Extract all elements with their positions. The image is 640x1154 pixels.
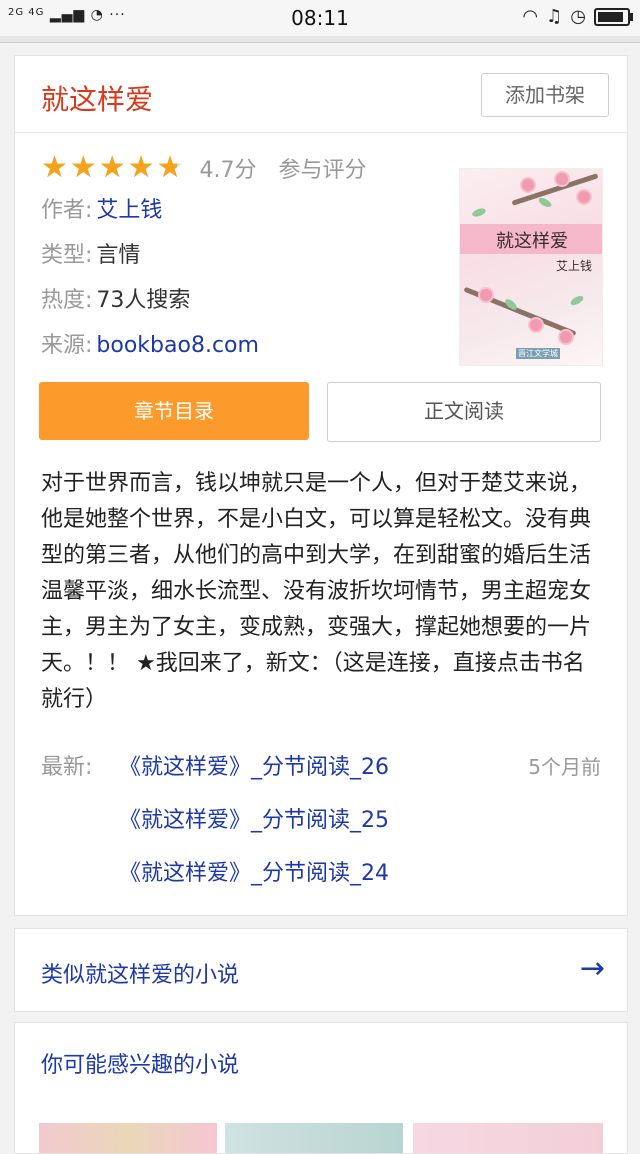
type-row: 类型: 言情 bbox=[41, 237, 140, 269]
cover-flower bbox=[480, 289, 492, 301]
status-bar: 2G 4G ▂▄▆ ◔ ··· 08:11 ◠ ♫ ◷ bbox=[0, 0, 640, 36]
source-row: 来源: bookbao8.com bbox=[41, 327, 259, 359]
rating-row: ★★★★★ ★★★★★ 4.7分 参与评分 bbox=[41, 152, 367, 184]
chapter-list-button[interactable]: 章节目录 bbox=[39, 382, 309, 440]
heat-value: 73人搜索 bbox=[96, 288, 191, 313]
latest-label: 最新: bbox=[41, 755, 93, 780]
similar-novels-card[interactable]: 类似就这样爱的小说 → bbox=[14, 928, 628, 1012]
cover-publisher: 晋江文学城 bbox=[516, 348, 560, 359]
recommended-cover[interactable] bbox=[413, 1123, 603, 1153]
source-link[interactable]: bookbao8.com bbox=[96, 333, 259, 358]
cover-flower bbox=[522, 179, 534, 191]
alarm-icon: ◷ bbox=[570, 6, 586, 27]
recommended-cover[interactable] bbox=[225, 1123, 403, 1153]
type-value: 言情 bbox=[96, 243, 141, 268]
latest-chapter-link[interactable]: 《就这样爱》_分节阅读_26 bbox=[119, 749, 389, 781]
author-row: 作者: 艾上钱 bbox=[41, 192, 162, 224]
latest-chapter-link[interactable]: 《就这样爱》_分节阅读_25 bbox=[119, 802, 389, 834]
status-icons: ◠ ♫ ◷ bbox=[522, 6, 633, 27]
similar-novels-link[interactable]: 类似就这样爱的小说 bbox=[41, 957, 239, 989]
cover-flower bbox=[560, 331, 572, 343]
add-to-shelf-button[interactable]: 添加书架 bbox=[481, 73, 609, 117]
heat-row: 热度: 73人搜索 bbox=[41, 282, 190, 314]
book-title-row: 就这样爱 添加书架 bbox=[15, 56, 627, 133]
recommended-title: 你可能感兴趣的小说 bbox=[41, 1053, 240, 1078]
recommended-cover[interactable] bbox=[39, 1123, 217, 1153]
cover-leaf bbox=[471, 206, 487, 219]
author-key: 作者: bbox=[41, 198, 93, 223]
recommended-novels-card: 你可能感兴趣的小说 bbox=[14, 1022, 628, 1154]
star-filled-icons: ★★★★★ bbox=[41, 153, 177, 183]
latest-chapter-link[interactable]: 《就这样爱》_分节阅读_24 bbox=[119, 855, 389, 887]
star-rating: ★★★★★ ★★★★★ bbox=[41, 153, 185, 183]
book-title[interactable]: 就这样爱 bbox=[41, 78, 153, 118]
cover-flower bbox=[530, 319, 542, 331]
rating-score: 4.7分 bbox=[199, 158, 257, 183]
book-cover[interactable]: 就这样爱 艾上钱 晋江文学城 bbox=[459, 168, 603, 366]
heat-key: 热度: bbox=[41, 288, 93, 313]
read-text-button[interactable]: 正文阅读 bbox=[327, 382, 601, 442]
mute-bell-icon: ♫ bbox=[546, 6, 563, 27]
cover-author: 艾上钱 bbox=[555, 259, 592, 273]
cover-leaf bbox=[569, 293, 585, 308]
book-card: 就这样爱 添加书架 ★★★★★ ★★★★★ 4.7分 参与评分 作者: 艾上钱 类… bbox=[14, 55, 628, 916]
type-key: 类型: bbox=[41, 243, 93, 268]
author-link[interactable]: 艾上钱 bbox=[96, 198, 162, 223]
browser-toolbar-edge bbox=[0, 36, 640, 43]
latest-update-time: 5个月前 bbox=[528, 755, 601, 779]
book-description: 对于世界而言，钱以坤就只是一个人，但对于楚艾来说，他是她整个世界，不是小白文，可… bbox=[41, 471, 592, 712]
headphone-icon: ◠ bbox=[522, 6, 539, 27]
cover-leaf bbox=[537, 195, 553, 210]
arrow-right-icon[interactable]: → bbox=[580, 951, 605, 986]
cover-flower bbox=[578, 191, 590, 203]
battery-icon bbox=[594, 7, 633, 26]
cover-flower bbox=[556, 173, 568, 185]
rate-link[interactable]: 参与评分 bbox=[278, 152, 366, 184]
source-key: 来源: bbox=[41, 333, 93, 358]
cover-title: 就这样爱 bbox=[496, 231, 568, 252]
